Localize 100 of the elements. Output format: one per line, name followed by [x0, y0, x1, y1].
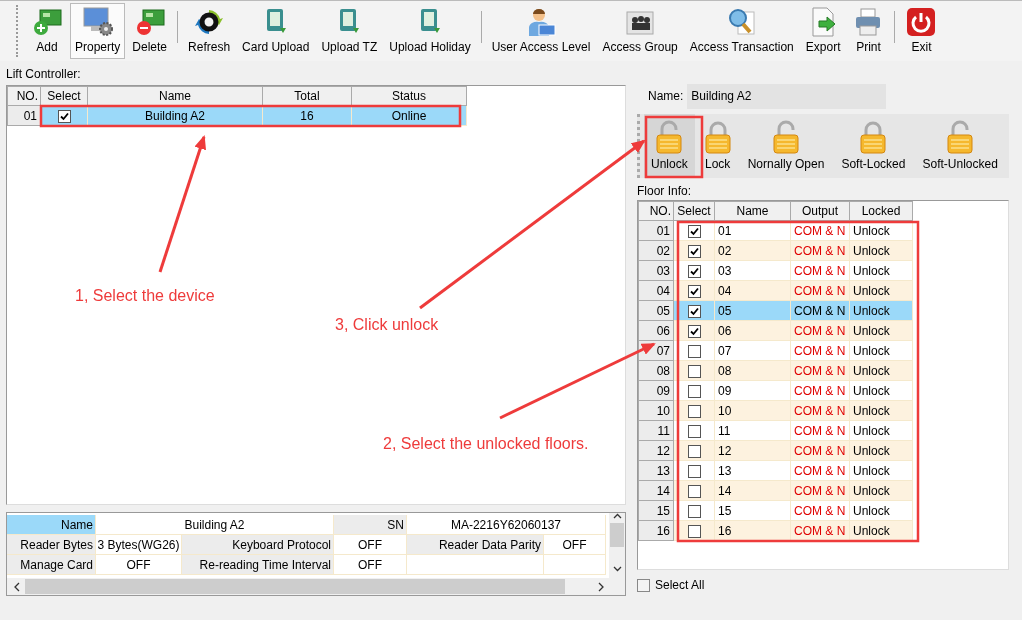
row-number: 13 — [638, 460, 674, 481]
padlock-icon — [704, 120, 731, 154]
table-cell: Unlock — [849, 220, 913, 241]
checkbox[interactable] — [687, 364, 701, 378]
toolbar-button[interactable]: Upload TZ — [316, 3, 383, 59]
column-header[interactable]: Status — [351, 86, 467, 106]
toolbar-button[interactable]: Access Group — [597, 3, 683, 59]
board-plus-icon — [31, 6, 63, 38]
toolbar-button[interactable]: Upload Holiday — [384, 3, 476, 59]
annotation-text: 3, Click unlock — [335, 316, 439, 334]
power-icon — [905, 6, 938, 38]
property-value: OFF — [544, 535, 606, 555]
row-number: 09 — [638, 380, 674, 401]
toolbar-button[interactable]: User Access Level — [486, 3, 596, 59]
row-number: 15 — [638, 500, 674, 521]
checkbox[interactable] — [687, 404, 701, 418]
lock-button[interactable]: Unlock — [644, 114, 695, 178]
column-header[interactable]: Total — [262, 86, 352, 106]
checkbox[interactable] — [687, 284, 701, 298]
row-number: 12 — [638, 440, 674, 461]
checkbox[interactable] — [687, 464, 701, 478]
column-header[interactable]: NO. — [638, 201, 674, 221]
checkbox[interactable] — [687, 244, 701, 258]
column-header[interactable]: Output — [790, 201, 850, 221]
row-number: 04 — [638, 280, 674, 301]
scroll-up-icon[interactable] — [612, 513, 622, 519]
column-header[interactable]: Locked — [849, 201, 913, 221]
checkbox[interactable] — [687, 444, 701, 458]
row-number: 02 — [638, 240, 674, 261]
property-label: Keyboard Protocol — [182, 535, 334, 555]
lock-button[interactable]: Nornally Open — [740, 114, 832, 178]
toolbar-button[interactable]: Card Upload — [237, 3, 315, 59]
table-cell: COM & N — [790, 260, 850, 281]
table-cell: Unlock — [849, 500, 913, 521]
property-label: Manage Card — [7, 555, 96, 575]
section-label: Lift Controller: — [6, 67, 81, 81]
checkbox[interactable] — [637, 578, 650, 592]
lock-button[interactable]: Lock — [697, 114, 738, 178]
checkbox[interactable] — [687, 324, 701, 338]
property-label: SN — [334, 515, 407, 535]
row-number: 05 — [638, 300, 674, 321]
scroll-down-icon[interactable] — [612, 566, 622, 572]
toolbar-button[interactable]: Access Transaction — [684, 3, 799, 59]
field-label: Name: — [648, 89, 684, 103]
table-cell: Unlock — [849, 260, 913, 281]
checkbox[interactable] — [57, 109, 71, 123]
checkbox[interactable] — [687, 384, 701, 398]
column-header[interactable]: Select — [673, 201, 715, 221]
toolbar-button[interactable]: Export — [800, 3, 846, 59]
annotation-text: 1, Select the device — [75, 287, 215, 305]
property-value: OFF — [334, 555, 407, 575]
property-value: 3 Bytes(WG26) — [96, 535, 182, 555]
property-label: Reader Data Parity — [407, 535, 544, 555]
row-number: 03 — [638, 260, 674, 281]
property-label: Name — [7, 515, 96, 535]
lock-button[interactable]: Soft-Unlocked — [915, 114, 1005, 178]
checkbox[interactable] — [687, 224, 701, 238]
toolbar-button[interactable]: Exit — [900, 3, 943, 59]
row-number: 16 — [638, 520, 674, 541]
toolbar-button[interactable]: Add — [26, 3, 68, 59]
table-cell: Unlock — [849, 380, 913, 401]
toolbar-button[interactable]: Delete — [127, 3, 173, 59]
checkbox-label: Select All — [655, 578, 705, 592]
toolbar-button[interactable]: Property — [70, 3, 126, 59]
toolbar-button[interactable]: Print — [847, 3, 890, 59]
lock-button[interactable]: Soft-Locked — [834, 114, 913, 178]
property-label: Re-reading Time Interval — [182, 555, 334, 575]
row-number: 08 — [638, 360, 674, 381]
column-header[interactable]: Select — [40, 86, 88, 106]
table-cell: COM & N — [790, 380, 850, 401]
scrollbar-thumb[interactable] — [610, 523, 624, 547]
checkbox[interactable] — [687, 484, 701, 498]
property-value: OFF — [96, 555, 182, 575]
table-cell: Unlock — [849, 420, 913, 441]
column-header[interactable]: NO. — [7, 86, 41, 106]
table-cell: 01 — [714, 220, 791, 241]
row-number: 11 — [638, 420, 674, 441]
property-label: Reader Bytes — [7, 535, 96, 555]
annotation-text: 2, Select the unlocked floors. — [383, 435, 589, 453]
table-cell: 03 — [714, 260, 791, 281]
scroll-right-icon[interactable] — [597, 581, 605, 592]
checkbox[interactable] — [687, 344, 701, 358]
checkbox[interactable] — [687, 424, 701, 438]
checkbox[interactable] — [687, 304, 701, 318]
scroll-left-icon[interactable] — [13, 581, 21, 592]
toolbar-button[interactable]: Refresh — [183, 3, 236, 59]
table-cell: 09 — [714, 380, 791, 401]
column-header[interactable]: Name — [714, 201, 791, 221]
table-cell: 07 — [714, 340, 791, 361]
checkbox[interactable] — [687, 524, 701, 538]
highlight-frame — [644, 115, 704, 179]
name-field[interactable]: Building A2 — [687, 83, 887, 109]
row-number: 06 — [638, 320, 674, 341]
table-cell: Unlock — [849, 340, 913, 361]
table-cell: Unlock — [849, 460, 913, 481]
checkbox[interactable] — [687, 504, 701, 518]
column-header[interactable]: Name — [87, 86, 263, 106]
scrollbar-thumb[interactable] — [25, 579, 565, 594]
table-cell: 11 — [714, 420, 791, 441]
checkbox[interactable] — [687, 264, 701, 278]
